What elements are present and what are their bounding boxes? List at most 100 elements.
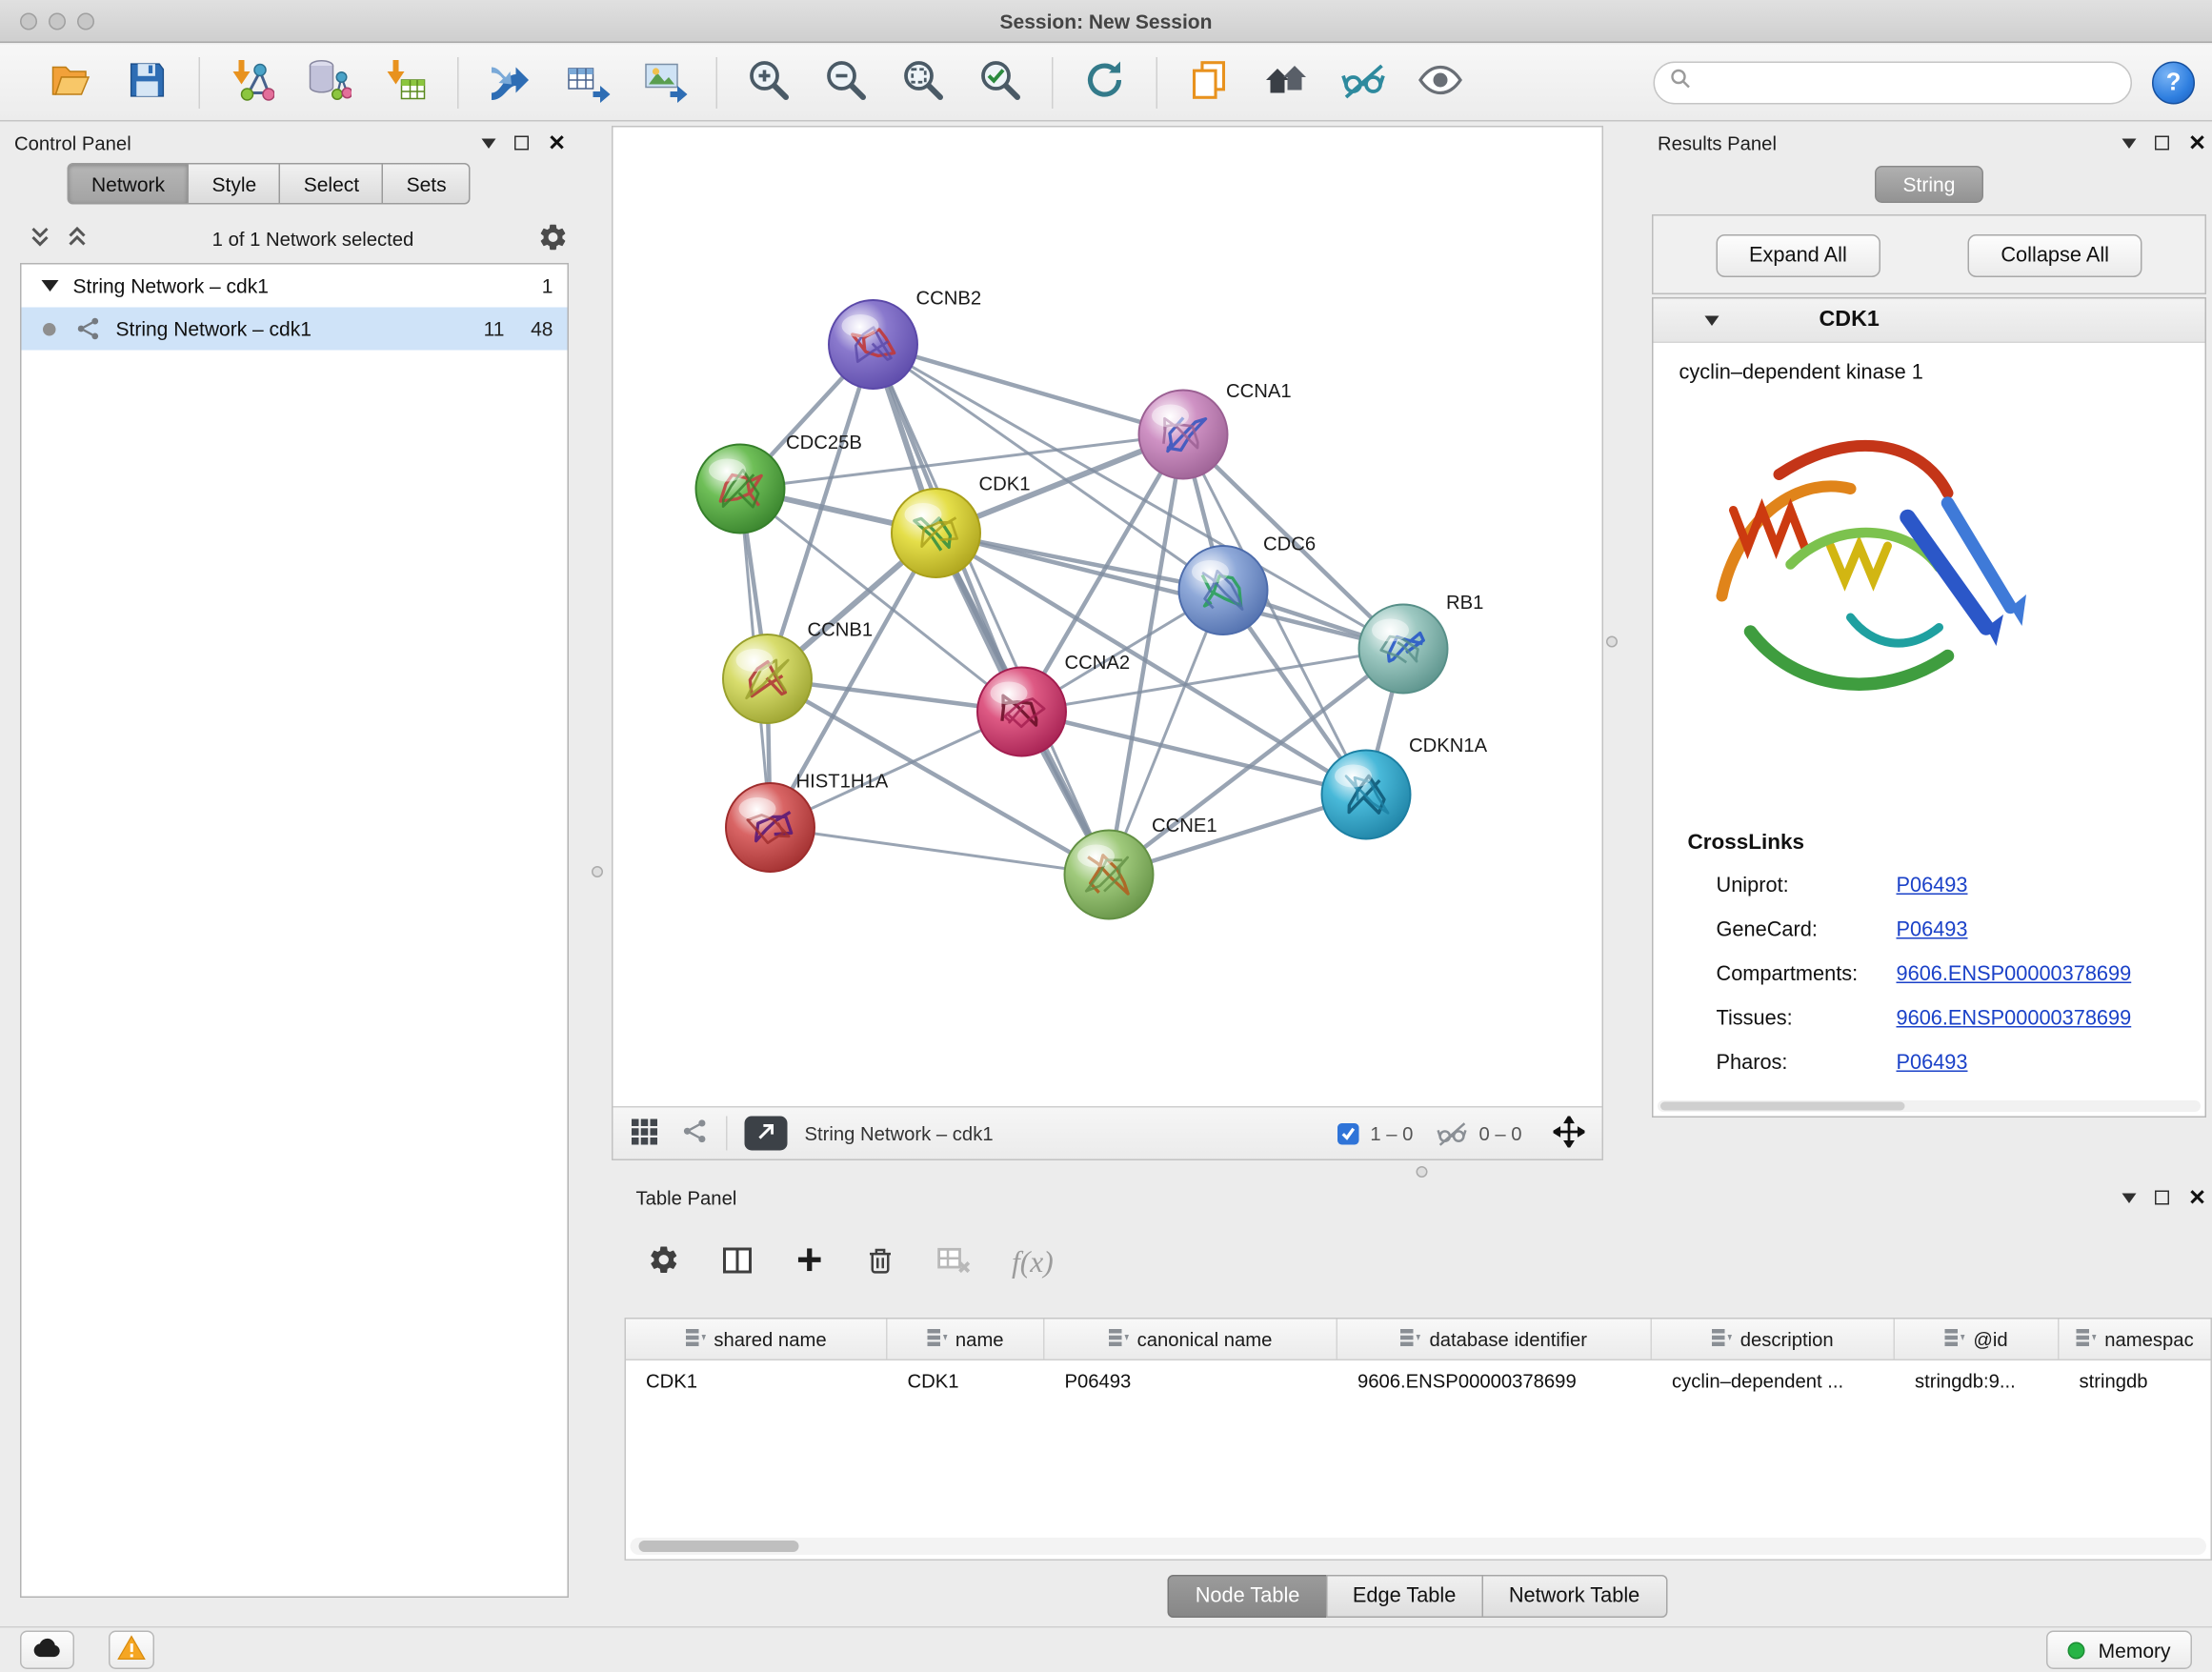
network-node-CDC6[interactable]: CDC6 bbox=[1179, 534, 1317, 635]
panel-float-button[interactable] bbox=[2156, 136, 2170, 151]
splitter-handle[interactable] bbox=[1606, 636, 1618, 648]
expand-all-button[interactable]: Expand All bbox=[1717, 234, 1880, 277]
network-node-HIST1H1A[interactable]: HIST1H1A bbox=[726, 772, 889, 873]
network-options-button[interactable] bbox=[537, 221, 569, 257]
memory-button[interactable]: Memory bbox=[2047, 1631, 2192, 1670]
collapse-section-icon[interactable] bbox=[1705, 315, 1719, 326]
birdseye-view-button[interactable] bbox=[682, 1118, 710, 1149]
network-node-CDKN1A[interactable]: CDKN1A bbox=[1322, 735, 1488, 839]
network-edge[interactable] bbox=[874, 345, 1110, 876]
tab-select[interactable]: Select bbox=[279, 163, 383, 205]
network-node-CDK1[interactable]: CDK1 bbox=[892, 474, 1031, 577]
apply-function-button[interactable]: f(x) bbox=[1012, 1244, 1054, 1280]
cell-name[interactable]: CDK1 bbox=[888, 1360, 1045, 1400]
tab-sets[interactable]: Sets bbox=[382, 163, 471, 205]
grid-view-button[interactable] bbox=[631, 1117, 659, 1150]
import-network-from-database-button[interactable] bbox=[297, 50, 360, 113]
tab-string[interactable]: String bbox=[1875, 166, 1983, 203]
tab-network-table[interactable]: Network Table bbox=[1481, 1575, 1666, 1618]
table-options-button[interactable] bbox=[648, 1243, 681, 1280]
delete-column-button[interactable] bbox=[865, 1244, 896, 1280]
column-header-name[interactable]: name bbox=[888, 1319, 1045, 1360]
network-edge[interactable] bbox=[936, 534, 1404, 650]
cell-canonical-name[interactable]: P06493 bbox=[1045, 1360, 1338, 1400]
cell-id[interactable]: stringdb:9... bbox=[1895, 1360, 2060, 1400]
zoom-fit-button[interactable] bbox=[892, 50, 955, 113]
crosslink-compartments-link[interactable]: 9606.ENSP00000378699 bbox=[1897, 963, 2132, 986]
network-collection-row[interactable]: String Network – cdk1 1 bbox=[22, 265, 568, 308]
tab-edge-table[interactable]: Edge Table bbox=[1325, 1575, 1482, 1618]
new-table-button[interactable] bbox=[556, 50, 619, 113]
window-zoom-button[interactable] bbox=[77, 13, 94, 30]
column-header-shared-name[interactable]: shared name bbox=[626, 1319, 888, 1360]
new-network-from-selection-button[interactable] bbox=[479, 50, 542, 113]
zoom-selected-button[interactable] bbox=[969, 50, 1032, 113]
cell-description[interactable]: cyclin–dependent ... bbox=[1652, 1360, 1895, 1400]
import-table-from-file-button[interactable] bbox=[374, 50, 437, 113]
scrollbar-thumb[interactable] bbox=[639, 1541, 799, 1552]
window-minimize-button[interactable] bbox=[49, 13, 66, 30]
add-column-button[interactable] bbox=[794, 1245, 825, 1279]
cell-database-identifier[interactable]: 9606.ENSP00000378699 bbox=[1337, 1360, 1652, 1400]
network-node-RB1[interactable]: RB1 bbox=[1359, 593, 1484, 694]
crosslink-tissues-link[interactable]: 9606.ENSP00000378699 bbox=[1897, 1008, 2132, 1031]
cell-namespace[interactable]: stringdb bbox=[2060, 1360, 2211, 1400]
network-edge[interactable] bbox=[874, 345, 1184, 435]
column-header-description[interactable]: description bbox=[1652, 1319, 1895, 1360]
warnings-button[interactable] bbox=[109, 1631, 154, 1670]
splitter-handle[interactable] bbox=[592, 866, 603, 877]
show-all-networks-button[interactable] bbox=[1255, 50, 1317, 113]
tab-style[interactable]: Style bbox=[188, 163, 281, 205]
window-close-button[interactable] bbox=[20, 13, 37, 30]
expand-all-networks-button[interactable] bbox=[66, 225, 89, 252]
panel-close-button[interactable]: ✕ bbox=[2188, 132, 2206, 154]
column-header-id[interactable]: @id bbox=[1895, 1319, 2060, 1360]
column-header-database-identifier[interactable]: database identifier bbox=[1337, 1319, 1652, 1360]
cloud-services-button[interactable] bbox=[20, 1631, 74, 1670]
save-session-button[interactable] bbox=[116, 50, 179, 113]
protein-card-header[interactable]: CDK1 bbox=[1654, 299, 2205, 344]
import-network-from-file-button[interactable] bbox=[220, 50, 283, 113]
splitter-handle[interactable] bbox=[1417, 1166, 1428, 1178]
crosslink-genecard-link[interactable]: P06493 bbox=[1897, 919, 1968, 942]
open-in-new-window-button[interactable] bbox=[745, 1117, 788, 1151]
zoom-out-button[interactable] bbox=[814, 50, 877, 113]
duplicate-document-button[interactable] bbox=[1177, 50, 1240, 113]
show-columns-button[interactable] bbox=[720, 1242, 754, 1281]
network-row[interactable]: String Network – cdk1 11 48 bbox=[22, 308, 568, 351]
selected-indicator-checkbox[interactable] bbox=[1337, 1122, 1359, 1144]
cell-shared-name[interactable]: CDK1 bbox=[626, 1360, 888, 1400]
fit-selected-button[interactable] bbox=[1554, 1116, 1585, 1152]
panel-close-button[interactable]: ✕ bbox=[2188, 1187, 2206, 1209]
tab-node-table[interactable]: Node Table bbox=[1168, 1575, 1327, 1618]
network-edge[interactable] bbox=[771, 828, 1110, 876]
delete-table-button[interactable] bbox=[936, 1242, 973, 1282]
search-input[interactable] bbox=[1692, 71, 2117, 95]
collapse-all-networks-button[interactable] bbox=[29, 225, 51, 252]
panel-close-button[interactable]: ✕ bbox=[548, 132, 566, 154]
network-node-CCNA1[interactable]: CCNA1 bbox=[1139, 381, 1292, 478]
column-header-canonical-name[interactable]: canonical name bbox=[1045, 1319, 1338, 1360]
panel-menu-button[interactable] bbox=[2122, 138, 2137, 149]
crosslink-uniprot-link[interactable]: P06493 bbox=[1897, 875, 1968, 897]
panel-float-button[interactable] bbox=[515, 136, 530, 151]
panel-menu-button[interactable] bbox=[482, 138, 496, 149]
open-session-button[interactable] bbox=[39, 50, 102, 113]
zoom-in-button[interactable] bbox=[737, 50, 800, 113]
network-canvas[interactable]: CCNB2CCNA1CDC25BCDK1CDC6RB1CCNB1CCNA2CDK… bbox=[613, 128, 1602, 1107]
tab-network[interactable]: Network bbox=[68, 163, 190, 205]
network-node-CCNB2[interactable]: CCNB2 bbox=[829, 289, 981, 390]
column-header-namespace[interactable]: namespac bbox=[2060, 1319, 2211, 1360]
crosslink-pharos-link[interactable]: P06493 bbox=[1897, 1052, 1968, 1075]
panel-menu-button[interactable] bbox=[2122, 1193, 2137, 1203]
refresh-view-button[interactable] bbox=[1074, 50, 1136, 113]
table-row[interactable]: CDK1 CDK1 P06493 9606.ENSP00000378699 cy… bbox=[626, 1360, 2211, 1400]
show-hidden-button[interactable] bbox=[1409, 50, 1472, 113]
help-button[interactable]: ? bbox=[2152, 61, 2195, 104]
tree-expander-icon[interactable] bbox=[42, 280, 59, 292]
scrollbar-thumb[interactable] bbox=[1660, 1102, 1905, 1111]
network-node-CCNB1[interactable]: CCNB1 bbox=[723, 620, 873, 724]
collapse-all-button[interactable]: Collapse All bbox=[1968, 234, 2142, 277]
hide-selected-button[interactable] bbox=[1332, 50, 1395, 113]
panel-float-button[interactable] bbox=[2156, 1191, 2170, 1205]
